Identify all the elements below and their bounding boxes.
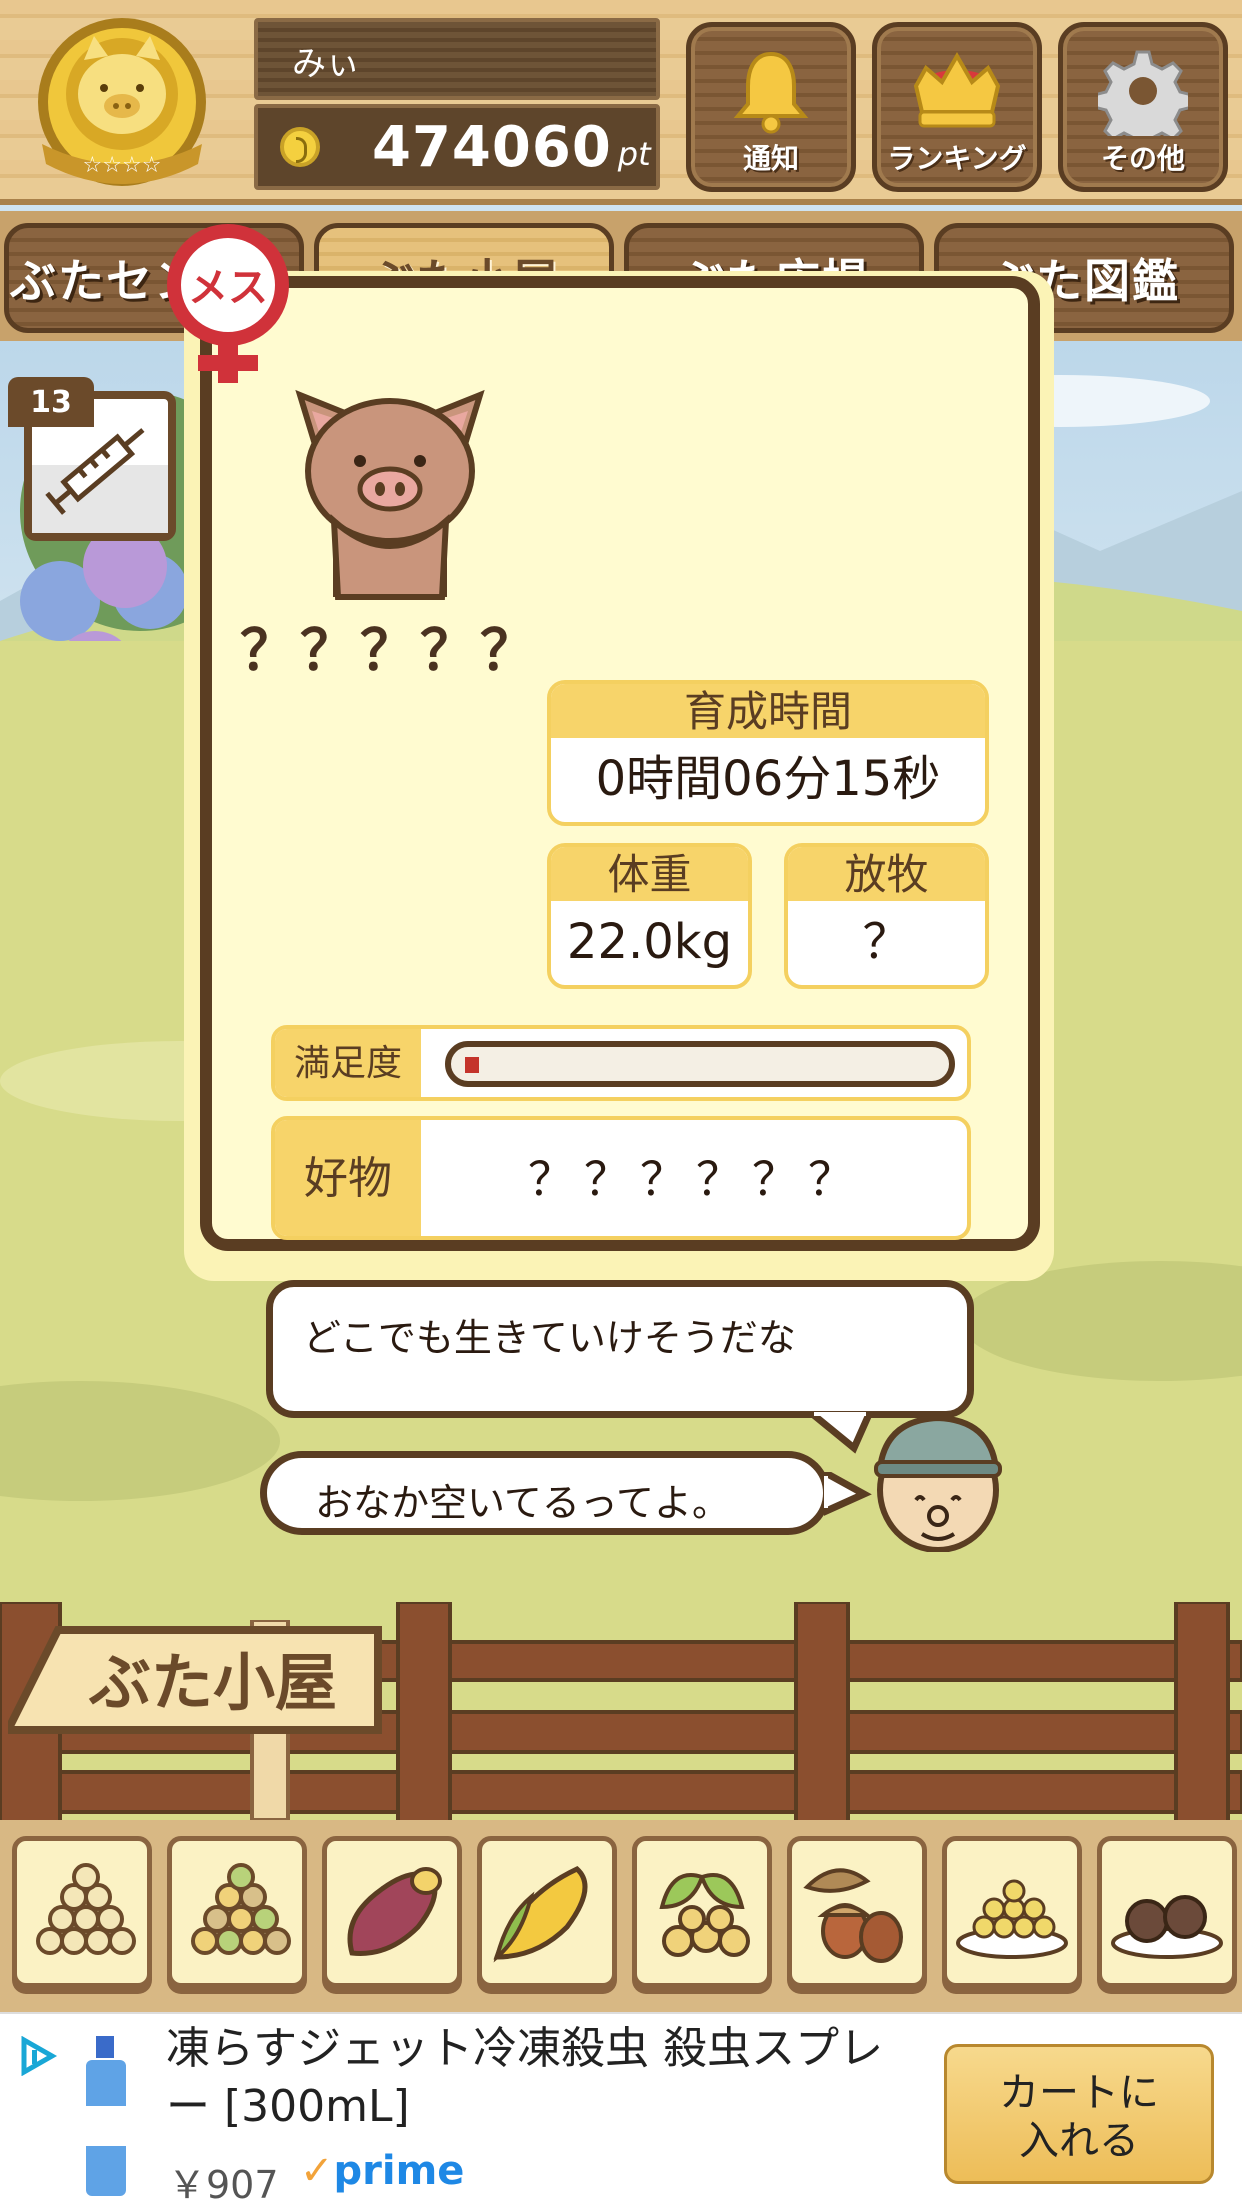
dumpling-plate-icon xyxy=(1111,1895,1223,1959)
weight-label: 体重 xyxy=(551,847,748,901)
food-item-beans-leaf[interactable] xyxy=(632,1836,772,1988)
ad-prime-badge: ✓prime xyxy=(300,2148,464,2194)
grazing-value: ？ xyxy=(862,914,911,970)
points-unit: pt xyxy=(617,135,651,173)
gear-icon xyxy=(1098,50,1188,136)
ad-title[interactable]: 凍らすジェット冷凍殺虫 殺虫スプレー [300mL] xyxy=(166,2020,906,2136)
soybean-plate-icon xyxy=(956,1879,1068,1959)
syringe-count: 13 xyxy=(8,377,94,427)
sweet-potato-icon xyxy=(347,1867,442,1956)
ranking-label: ランキング xyxy=(887,142,1027,175)
coin-icon xyxy=(280,127,320,167)
raising-time-value: 0時間06分15秒 xyxy=(595,751,941,807)
grazing-label: 放牧 xyxy=(788,847,985,901)
food-item-grain-mixed[interactable] xyxy=(167,1836,307,1988)
user-name: みぃ xyxy=(254,18,660,100)
bell-icon xyxy=(733,51,809,134)
notification-button[interactable]: 通知 xyxy=(686,22,856,192)
pig-house-sign: ぶた小屋 xyxy=(1,1618,388,1822)
corn-icon xyxy=(493,1866,588,1963)
crown-icon xyxy=(913,51,1001,128)
sign-label: ぶた小屋 xyxy=(88,1646,337,1719)
points-display: 474060 pt xyxy=(254,104,660,190)
acorn-icon xyxy=(803,1868,903,1963)
grain-small-icon xyxy=(36,1863,136,1955)
spray-product-image xyxy=(86,2036,126,2196)
speech-bubble-2: おなか空いてるってよ。 xyxy=(260,1451,830,1535)
weight-value: 22.0kg xyxy=(566,914,733,970)
prime-check-icon: ✓ xyxy=(300,2148,334,2194)
raising-time-box: 育成時間 0時間06分15秒 xyxy=(547,680,989,826)
food-item-dumpling-plate[interactable] xyxy=(1097,1836,1237,1988)
favorite-food-row: 好物 ？？？？？？ xyxy=(271,1116,971,1240)
food-item-corn[interactable] xyxy=(477,1836,617,1988)
add-to-cart-button[interactable]: カートに 入れる xyxy=(944,2044,1214,2184)
pig-character[interactable] xyxy=(280,371,500,611)
settings-button[interactable]: その他 xyxy=(1058,22,1228,192)
favorite-label: 好物 xyxy=(275,1120,421,1236)
top-header: ☆☆☆☆ みぃ 474060 pt 通知 ランキング その他 xyxy=(0,0,1242,205)
grazing-box: 放牧 ？ xyxy=(784,843,989,989)
female-badge: メス xyxy=(158,221,298,391)
speech-bubble-1: どこでも生きていけそうだな xyxy=(266,1280,974,1418)
satisfaction-row: 満足度 xyxy=(271,1025,971,1101)
settings-label: その他 xyxy=(1100,142,1185,175)
ranking-button[interactable]: ランキング xyxy=(872,22,1042,192)
points-value: 474060 xyxy=(372,114,612,180)
notification-label: 通知 xyxy=(742,142,799,175)
svg-text:☆☆☆☆: ☆☆☆☆ xyxy=(83,153,162,178)
food-item-soybean-plate[interactable] xyxy=(942,1836,1082,1988)
food-selector xyxy=(0,1820,1242,2012)
farmer-icon xyxy=(874,1414,1002,1552)
weight-box: 体重 22.0kg xyxy=(547,843,752,989)
satisfaction-bar-fill xyxy=(465,1057,479,1073)
satisfaction-label: 満足度 xyxy=(275,1029,421,1097)
female-symbol-icon: メス xyxy=(167,224,289,383)
beans-leaf-icon xyxy=(659,1873,750,1957)
food-item-grain-small[interactable] xyxy=(12,1836,152,1988)
pig-medal-icon[interactable]: ☆☆☆☆ xyxy=(22,14,222,204)
gender-label: メス xyxy=(188,265,268,311)
ad-info-icon[interactable] xyxy=(18,2036,58,2076)
ad-banner[interactable]: 凍らすジェット冷凍殺虫 殺虫スプレー [300mL] ￥907 ✓prime カ… xyxy=(0,2012,1242,2208)
food-item-acorn[interactable] xyxy=(787,1836,927,1988)
ad-prime-label: prime xyxy=(333,2148,465,2194)
food-item-sweet-potato[interactable] xyxy=(322,1836,462,1988)
satisfaction-bar xyxy=(445,1041,955,1087)
raising-time-label: 育成時間 xyxy=(551,684,985,738)
favorite-value: ？？？？？？ xyxy=(528,1152,864,1206)
grain-mixed-icon xyxy=(191,1863,291,1955)
pig-name: ？？？？？ xyxy=(240,619,540,684)
ad-price: ￥907 xyxy=(168,2163,279,2207)
